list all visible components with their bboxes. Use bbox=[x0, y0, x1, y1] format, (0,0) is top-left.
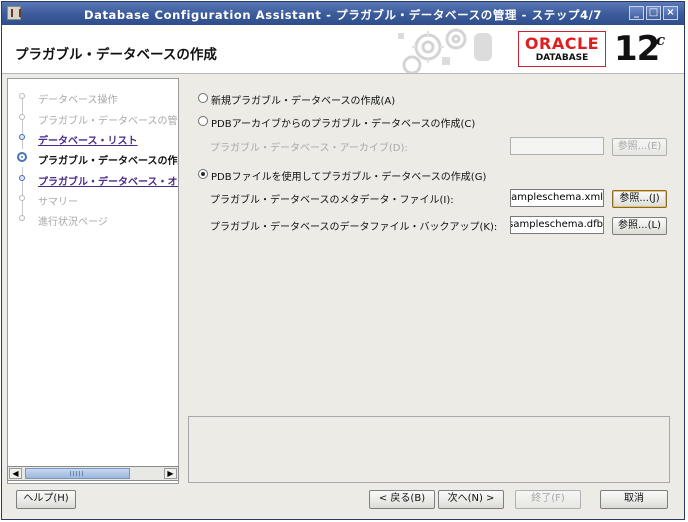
step-progress: 進行状況ページ bbox=[8, 210, 178, 228]
metadata-browse-button[interactable]: 参照...(J) bbox=[612, 190, 667, 208]
archive-field-label: プラガブル・データベース・アーカイブ(D): bbox=[210, 143, 408, 154]
step-label: プラガブル・データベースの管理 bbox=[38, 116, 179, 127]
database-wordmark: DATABASE bbox=[535, 53, 589, 63]
close-button[interactable]: × bbox=[663, 6, 678, 20]
maximize-button[interactable]: □ bbox=[646, 6, 661, 20]
window-title: Database Configuration Assistant - プラガブル… bbox=[83, 8, 603, 22]
metadata-file-field[interactable]: sampleschema.xml bbox=[510, 189, 604, 207]
metadata-file-label: プラガブル・データベースのメタデータ・ファイル(I): bbox=[210, 195, 454, 206]
dbca-window: Database Configuration Assistant - プラガブル… bbox=[1, 1, 685, 520]
page-title: プラガブル・データベースの作成 bbox=[15, 47, 217, 63]
from-file-label[interactable]: PDBファイルを使用してプラガブル・データベースの作成(G) bbox=[211, 168, 486, 183]
archive-browse-button[interactable]: 参照...(E) bbox=[612, 138, 667, 156]
message-area bbox=[188, 416, 670, 483]
step-manage-pdb: プラガブル・データベースの管理 bbox=[8, 109, 179, 127]
step-indicator-icon bbox=[19, 195, 25, 201]
datafile-backup-field[interactable]: sampleschema.dfb bbox=[510, 216, 604, 234]
step-pdb-options[interactable]: プラガブル・データベース・オプション bbox=[8, 170, 178, 188]
version-number: 12 bbox=[614, 29, 660, 69]
version-suffix: c bbox=[656, 31, 666, 49]
wizard-header: プラガブル・データベースの作成 ORACLE DATABASE 12 c bbox=[2, 25, 684, 74]
step-summary: サマリー bbox=[8, 190, 178, 208]
next-button[interactable]: 次へ(N) > bbox=[438, 490, 504, 509]
scroll-left-arrow-icon[interactable]: ◀ bbox=[9, 468, 22, 479]
current-step-icon bbox=[17, 152, 27, 162]
step-indicator-icon bbox=[19, 114, 25, 120]
from-archive-label[interactable]: PDBアーカイブからのプラガブル・データベースの作成(C) bbox=[211, 115, 475, 130]
scroll-thumb[interactable] bbox=[25, 468, 130, 479]
step-label[interactable]: データベース・リスト bbox=[38, 132, 138, 147]
gears-graphic-icon bbox=[398, 28, 492, 73]
step-database-operation: データベース操作 bbox=[8, 88, 178, 106]
new-pdb-radio[interactable] bbox=[198, 93, 208, 103]
new-pdb-label[interactable]: 新規プラガブル・データベースの作成(A) bbox=[211, 92, 395, 107]
from-archive-radio[interactable] bbox=[198, 116, 208, 126]
step-create-pdb: プラガブル・データベースの作成 bbox=[8, 149, 179, 167]
step-indicator-icon bbox=[19, 93, 25, 99]
step-label: 進行状況ページ bbox=[38, 217, 108, 228]
step-label: サマリー bbox=[38, 197, 78, 208]
cancel-button[interactable]: 取消 bbox=[600, 490, 668, 509]
datafile-browse-button[interactable]: 参照...(L) bbox=[612, 217, 667, 235]
step-indicator-icon bbox=[19, 215, 25, 221]
step-label: データベース操作 bbox=[38, 95, 118, 106]
finish-button[interactable]: 終了(F) bbox=[515, 490, 581, 509]
step-indicator-icon bbox=[19, 175, 25, 181]
step-database-list[interactable]: データベース・リスト bbox=[8, 129, 178, 147]
datafile-backup-label: プラガブル・データベースのデータファイル・バックアップ(K): bbox=[210, 222, 498, 233]
step-indicator-icon bbox=[19, 134, 25, 140]
archive-field[interactable] bbox=[510, 137, 604, 155]
oracle-wordmark: ORACLE bbox=[524, 34, 600, 53]
step-navigation-panel: データベース操作 プラガブル・データベースの管理 データベース・リスト プラガブ… bbox=[7, 78, 179, 484]
scroll-right-arrow-icon[interactable]: ▶ bbox=[164, 468, 177, 479]
help-button[interactable]: ヘルプ(H) bbox=[16, 490, 76, 509]
step-label[interactable]: プラガブル・データベース・オプション bbox=[38, 173, 178, 188]
title-bar: Database Configuration Assistant - プラガブル… bbox=[2, 2, 684, 25]
from-file-radio[interactable] bbox=[198, 169, 208, 179]
oracle-logo: ORACLE DATABASE bbox=[518, 31, 606, 67]
step-panel-hscrollbar[interactable]: ◀ ▶ bbox=[7, 466, 179, 481]
minimize-button[interactable]: _ bbox=[629, 6, 644, 20]
step-label: プラガブル・データベースの作成 bbox=[38, 156, 179, 167]
back-button[interactable]: < 戻る(B) bbox=[369, 490, 435, 509]
